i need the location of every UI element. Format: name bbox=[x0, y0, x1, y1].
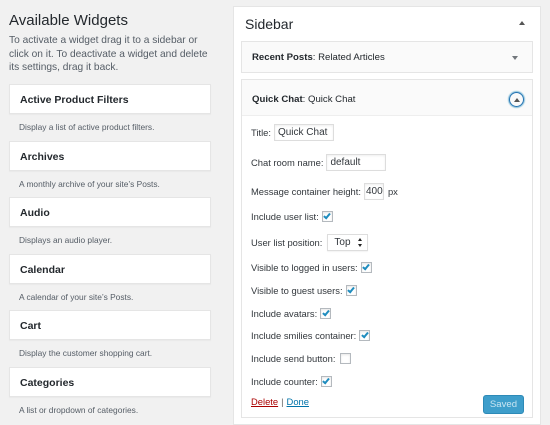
widget-description: Display a list of active product filters… bbox=[19, 122, 155, 132]
smilies-label: Include smilies container: bbox=[251, 330, 357, 341]
widget-item-active-product-filters: Active Product Filters Display a list of… bbox=[0, 84, 222, 141]
widget-recent-posts-label: Recent Posts: Related Articles bbox=[252, 52, 385, 63]
send-button-label: Include send button: bbox=[251, 353, 336, 364]
widget-name: Recent Posts bbox=[252, 52, 313, 63]
send-button-checkbox[interactable] bbox=[340, 353, 352, 364]
widget-description: A calendar of your site’s Posts. bbox=[19, 291, 134, 302]
chevron-up-icon bbox=[513, 97, 520, 102]
widget-instance-title: : Quick Chat bbox=[302, 94, 356, 105]
widget-description: A monthly archive of your site’s Posts. bbox=[19, 178, 160, 189]
widget-recent-posts[interactable]: Recent Posts: Related Articles bbox=[241, 41, 533, 73]
widget-list: Active Product Filters Display a list of… bbox=[0, 84, 222, 423]
visible-logged-label: Visible to logged in users: bbox=[251, 262, 358, 273]
title-label: Title: bbox=[251, 127, 271, 138]
saved-button[interactable]: Saved bbox=[483, 395, 524, 414]
widget-description: A list or dropdown of categories. bbox=[19, 404, 139, 415]
avatars-row: Include avatars: bbox=[251, 308, 332, 319]
select-arrows-icon bbox=[358, 238, 363, 247]
user-list-label: Include user list: bbox=[251, 211, 319, 222]
visible-logged-checkbox[interactable] bbox=[360, 262, 372, 273]
checkmark-icon bbox=[322, 376, 331, 385]
available-widgets-title: Available Widgets bbox=[9, 12, 128, 29]
container-height-input[interactable]: 400 bbox=[363, 183, 384, 200]
visible-logged-row: Visible to logged in users: bbox=[251, 262, 372, 273]
title-row: Title: Quick Chat bbox=[251, 124, 334, 141]
smilies-checkbox[interactable] bbox=[359, 330, 371, 341]
available-widgets-panel: Available Widgets To activate a widget d… bbox=[0, 0, 222, 425]
collapse-toggle-button[interactable] bbox=[509, 92, 524, 107]
container-height-row: Message container height: 400 px bbox=[251, 183, 398, 200]
visible-guest-row: Visible to guest users: bbox=[251, 285, 357, 296]
counter-row: Include counter: bbox=[251, 376, 332, 387]
widget-title[interactable]: Archives bbox=[9, 140, 211, 171]
widget-title[interactable]: Cart bbox=[9, 310, 211, 340]
widget-description: Displays an audio player. bbox=[19, 235, 113, 245]
checkmark-icon bbox=[323, 211, 332, 220]
done-link[interactable]: Done bbox=[287, 396, 309, 407]
widget-item-calendar: Calendar A calendar of your site’s Posts… bbox=[0, 253, 222, 311]
avatars-label: Include avatars: bbox=[251, 308, 318, 319]
widget-description: Display the customer shopping cart. bbox=[19, 348, 153, 358]
checkmark-icon bbox=[321, 308, 330, 317]
widget-quick-chat: Quick Chat: Quick Chat Title: Quick Chat… bbox=[241, 79, 533, 418]
checkmark-icon bbox=[347, 285, 355, 294]
visible-guest-checkbox[interactable] bbox=[345, 285, 357, 296]
user-list-row: Include user list: bbox=[251, 211, 333, 222]
sidebar-title: Sidebar bbox=[245, 16, 294, 32]
user-list-position-value: Top bbox=[334, 237, 351, 248]
container-height-label: Message container height: bbox=[251, 186, 361, 197]
widget-name: Quick Chat bbox=[252, 94, 303, 105]
checkmark-icon bbox=[360, 330, 369, 339]
sidebar-header[interactable]: Sidebar bbox=[234, 7, 540, 37]
smilies-row: Include smilies container: bbox=[251, 330, 371, 341]
separator: | bbox=[281, 396, 284, 407]
container-height-unit: px bbox=[387, 186, 398, 197]
widget-title[interactable]: Categories bbox=[9, 366, 211, 397]
user-list-position-row: User list position: Top bbox=[251, 234, 369, 251]
widget-title[interactable]: Audio bbox=[9, 197, 211, 227]
checkmark-icon bbox=[362, 262, 370, 271]
widget-quick-chat-header[interactable]: Quick Chat: Quick Chat bbox=[242, 80, 532, 116]
user-list-position-label: User list position: bbox=[251, 237, 323, 248]
chat-room-row: Chat room name: default bbox=[251, 154, 387, 171]
expand-arrow-icon[interactable] bbox=[512, 56, 518, 60]
avatars-checkbox[interactable] bbox=[320, 308, 332, 319]
counter-label: Include counter: bbox=[251, 376, 318, 387]
widget-instance-title: : Related Articles bbox=[312, 52, 385, 63]
visible-guest-label: Visible to guest users: bbox=[251, 285, 343, 296]
collapse-arrow-icon[interactable] bbox=[519, 21, 525, 25]
widget-title[interactable]: Calendar bbox=[9, 253, 211, 284]
chat-room-label: Chat room name: bbox=[251, 157, 324, 168]
sidebar-area: Sidebar Recent Posts: Related Articles Q… bbox=[233, 6, 541, 425]
widget-quick-chat-label: Quick Chat: Quick Chat bbox=[252, 94, 355, 105]
delete-link[interactable]: Delete bbox=[251, 396, 278, 407]
widget-item-audio: Audio Displays an audio player. bbox=[0, 197, 222, 254]
widget-control-actions: Delete | Done bbox=[251, 396, 309, 407]
user-list-checkbox[interactable] bbox=[321, 211, 333, 222]
title-input[interactable]: Quick Chat bbox=[273, 124, 334, 141]
widget-title[interactable]: Active Product Filters bbox=[9, 84, 211, 114]
user-list-position-select[interactable]: Top bbox=[327, 234, 369, 251]
chat-room-input[interactable]: default bbox=[326, 154, 387, 171]
widget-item-archives: Archives A monthly archive of your site’… bbox=[0, 140, 222, 198]
send-button-row: Include send button: bbox=[251, 353, 352, 364]
widget-item-categories: Categories A list or dropdown of categor… bbox=[0, 366, 222, 424]
widget-item-cart: Cart Display the customer shopping cart. bbox=[0, 310, 222, 367]
counter-checkbox[interactable] bbox=[320, 376, 332, 387]
available-widgets-description: To activate a widget drag it to a sideba… bbox=[9, 35, 208, 73]
